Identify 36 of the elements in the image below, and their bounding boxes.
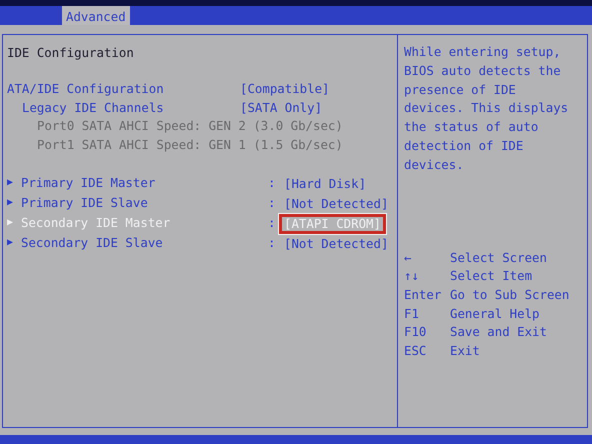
info-text: Port0 SATA AHCI Speed: GEN 2 (3.0 Gb/sec) (37, 117, 343, 136)
separator-colon: : (268, 214, 276, 232)
key-action: Select Screen (450, 248, 547, 267)
key-action: General Help (450, 304, 540, 323)
key-action: Go to Sub Screen (450, 286, 570, 304)
device-value: [Hard Disk] (283, 174, 368, 193)
key-name: ESC (404, 342, 428, 360)
submenu-arrow-icon: ▶ (7, 234, 21, 254)
device-value: [Not Detected] (283, 234, 390, 253)
help-text: While entering setup, BIOS auto detects the presence of IDE devices. This displays the status of auto detection of IDE devices. (404, 43, 570, 174)
setting-label[interactable]: Legacy IDE Channels (22, 98, 240, 118)
key-name: ↑↓ (404, 267, 420, 286)
key-action: Exit (450, 342, 480, 360)
separator-colon: : (268, 234, 276, 252)
key-name: F10 (404, 323, 428, 342)
section-title: IDE Configuration (7, 44, 135, 62)
submenu-arrow-icon: ▶ (7, 194, 21, 214)
device-label[interactable]: Secondary IDE Slave (21, 234, 268, 254)
key-name: Enter (404, 286, 442, 304)
separator-colon: : (268, 174, 276, 192)
device-label[interactable]: Primary IDE Slave (21, 194, 268, 214)
submenu-arrow-icon: ▶ (7, 174, 21, 194)
key-action: Save and Exit (450, 323, 547, 342)
setting-value[interactable]: [Compatible] (240, 80, 330, 99)
key-name: F1 (404, 304, 420, 323)
device-value: [Not Detected] (283, 194, 390, 213)
setting-label[interactable]: ATA/IDE Configuration (7, 80, 240, 99)
submenu-arrow-icon: ▶ (7, 214, 21, 234)
menu-tab[interactable]: Advanced (62, 6, 130, 25)
device-value: [ATAPI CDROM] (279, 214, 386, 234)
device-label[interactable]: Primary IDE Master (21, 174, 268, 194)
separator-colon: : (268, 194, 276, 212)
key-action: Select Item (450, 267, 532, 286)
info-text: Port1 SATA AHCI Speed: GEN 1 (1.5 Gb/sec) (37, 136, 343, 154)
setting-value[interactable]: [SATA Only] (240, 98, 322, 118)
key-name: ← (404, 248, 412, 267)
